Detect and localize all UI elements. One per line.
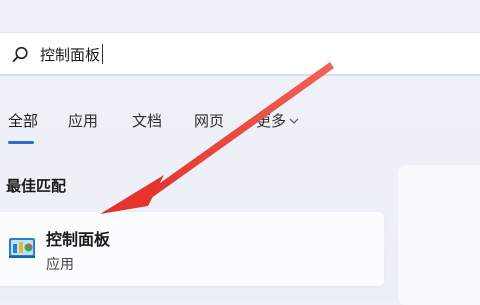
tab-all[interactable]: 全部 <box>8 110 39 144</box>
chevron-down-icon <box>289 115 299 128</box>
tab-apps[interactable]: 应用 <box>68 110 98 131</box>
tab-label: 全部 <box>8 112 39 130</box>
search-bar[interactable] <box>0 32 480 76</box>
tab-label: 文档 <box>132 112 163 130</box>
tab-label: 网页 <box>194 112 225 130</box>
search-input[interactable] <box>40 42 460 66</box>
active-tab-indicator <box>8 141 34 144</box>
best-match-result[interactable]: 控制面板 应用 <box>0 212 384 286</box>
search-icon <box>10 45 30 65</box>
tab-label: 更多 <box>256 112 287 130</box>
tab-web[interactable]: 网页 <box>194 110 224 131</box>
tab-label: 应用 <box>68 112 99 130</box>
tab-documents[interactable]: 文档 <box>132 110 162 131</box>
text-caret <box>102 44 103 64</box>
result-type: 应用 <box>46 257 74 273</box>
control-panel-icon <box>8 236 36 260</box>
tab-more[interactable]: 更多 <box>256 110 299 131</box>
details-panel <box>398 165 480 305</box>
section-title-best-match: 最佳匹配 <box>6 177 67 195</box>
result-title: 控制面板 <box>46 230 111 249</box>
